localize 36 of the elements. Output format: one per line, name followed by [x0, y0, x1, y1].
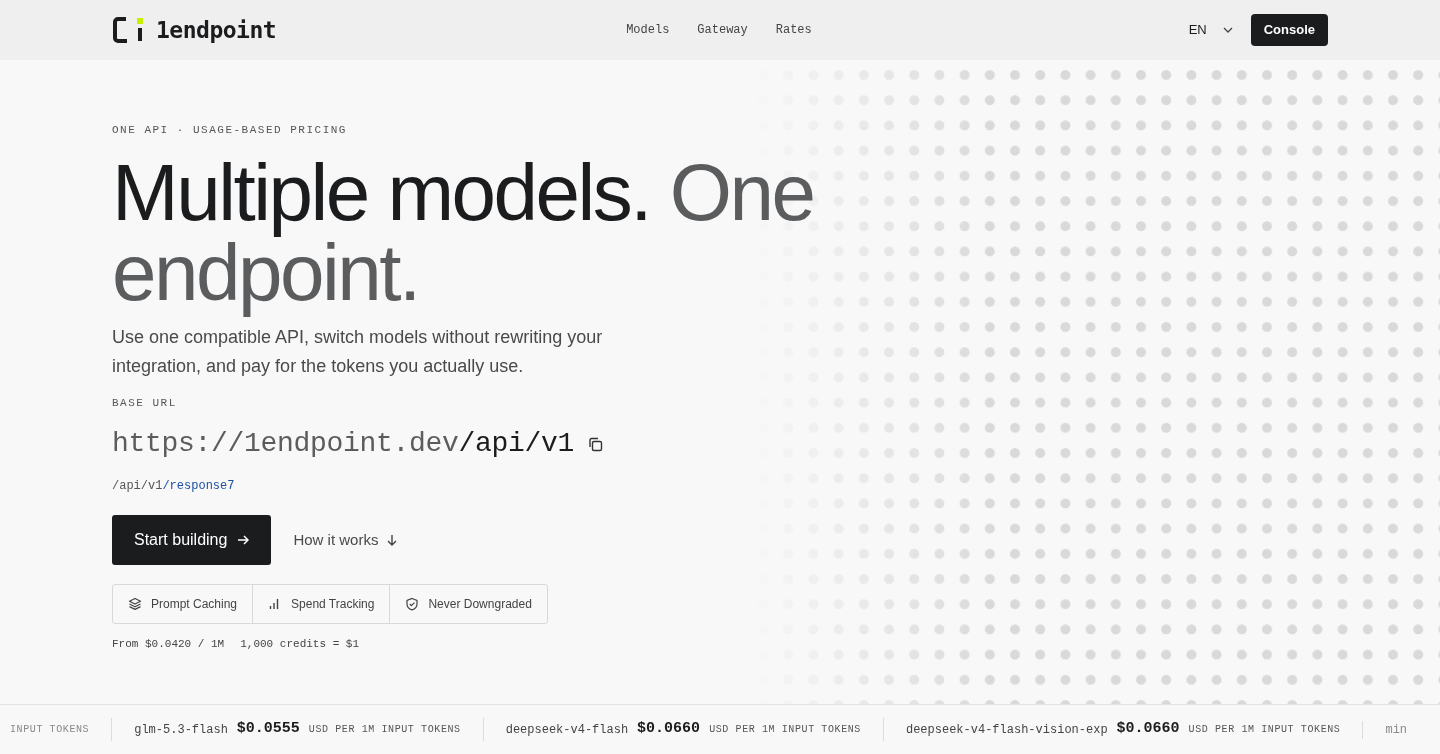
arrow-right-icon — [237, 534, 250, 546]
base-url-label: BASE URL — [112, 395, 178, 411]
shield-check-icon — [405, 597, 420, 611]
nav-link[interactable]: Gateway — [697, 21, 748, 39]
price-unit: USD PER 1M INPUT TOKENS — [308, 723, 461, 737]
price-unit: USD PER 1M INPUT TOKENS — [1188, 723, 1341, 737]
chevron-down-icon — [1222, 27, 1233, 33]
logo-icon — [112, 16, 144, 44]
base-url: https://1endpoint.dev/api/v1 — [112, 427, 575, 461]
feature-label: Never Downgraded — [428, 596, 532, 613]
eyebrow-text: ONE API · USAGE-BASED PRICING — [112, 123, 348, 138]
pricing-note: 1,000 credits = $1 — [240, 637, 360, 652]
feature-label: Spend Tracking — [291, 596, 375, 613]
price-unit: USD PER 1M INPUT TOKENS — [709, 723, 861, 737]
copy-icon[interactable] — [588, 436, 604, 452]
nav-link[interactable]: Models — [626, 21, 670, 39]
model-name: deepseek-v4-flash — [505, 721, 629, 739]
model-price: $0.0660 — [637, 719, 701, 740]
nav-link[interactable]: Rates — [775, 21, 812, 39]
price-unit: INPUT TOKENS — [10, 723, 90, 737]
model-name: deepseek-v4-flash-vision-exp — [905, 721, 1108, 739]
endpoint-path: /api/v1/response7 — [112, 478, 236, 495]
logo-text[interactable]: 1endpoint — [156, 12, 277, 48]
model-name: min — [1385, 721, 1408, 739]
description: Use one compatible API, switch models without rewriting your integration, and pay for the tokens you actually use. — [112, 325, 604, 378]
language-select[interactable]: EN — [1188, 20, 1233, 40]
start-building-button[interactable]: Start building — [112, 515, 272, 565]
feature-label: Prompt Caching — [151, 596, 238, 613]
model-price: $0.0660 — [1116, 719, 1180, 740]
how-it-works-link[interactable]: How it works — [293, 528, 399, 552]
model-name: glm-5.3-flash — [134, 721, 228, 739]
model-price: $0.0555 — [236, 719, 300, 740]
console-button[interactable]: Console — [1250, 14, 1328, 46]
layers-icon — [128, 597, 142, 611]
arrow-down-icon — [386, 534, 399, 546]
pricing-note: From $0.0420 / 1M — [112, 637, 225, 652]
